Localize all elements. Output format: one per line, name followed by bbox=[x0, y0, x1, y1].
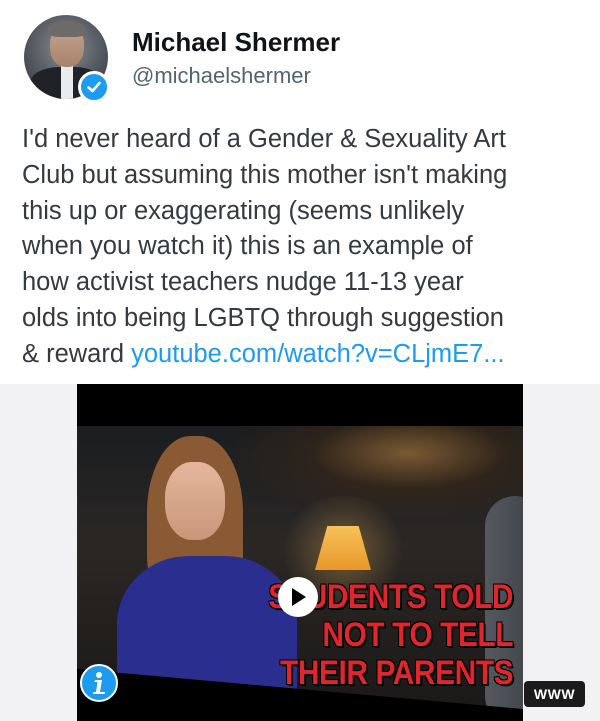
tweet-header: Michael Shermer @michaelshermer bbox=[0, 0, 600, 110]
author-handle[interactable]: @michaelshermer bbox=[132, 63, 311, 89]
www-badge: WWW bbox=[524, 681, 585, 707]
tweet-line: when you watch it) this is an example of bbox=[22, 232, 473, 261]
overlay-line: NOT TO TELL bbox=[322, 616, 513, 654]
speaker-image bbox=[165, 462, 225, 540]
tweet-line: this up or exaggerating (seems unlikely bbox=[22, 196, 465, 225]
verified-badge-icon bbox=[78, 71, 110, 103]
tweet-line: how activist teachers nudge 11-13 year bbox=[22, 268, 464, 297]
tweet-line: I'd never heard of a Gender & Sexuality … bbox=[22, 125, 506, 153]
tweet-line: Club but assuming this mother isn't maki… bbox=[22, 160, 508, 189]
tweet-line: olds into being LGBTQ through suggestion bbox=[22, 303, 504, 332]
tweet-line-last: & reward youtube.com/watch?v=CLjmE7... bbox=[22, 337, 582, 373]
video-scene: STUDENTS TOLD NOT TO TELL THEIR PARENTS bbox=[77, 426, 523, 721]
video-thumbnail[interactable]: STUDENTS TOLD NOT TO TELL THEIR PARENTS bbox=[77, 384, 523, 721]
tweet-text: I'd never heard of a Gender & Sexuality … bbox=[22, 122, 582, 373]
play-icon[interactable] bbox=[278, 577, 318, 617]
channel-logo-icon bbox=[80, 664, 118, 702]
tweet-line-text: & reward bbox=[22, 339, 132, 368]
overlay-line: THEIR PARENTS bbox=[279, 654, 514, 692]
youtube-link[interactable]: youtube.com/watch?v=CLjmE7... bbox=[131, 340, 504, 368]
author-name[interactable]: Michael Shermer bbox=[132, 27, 340, 58]
